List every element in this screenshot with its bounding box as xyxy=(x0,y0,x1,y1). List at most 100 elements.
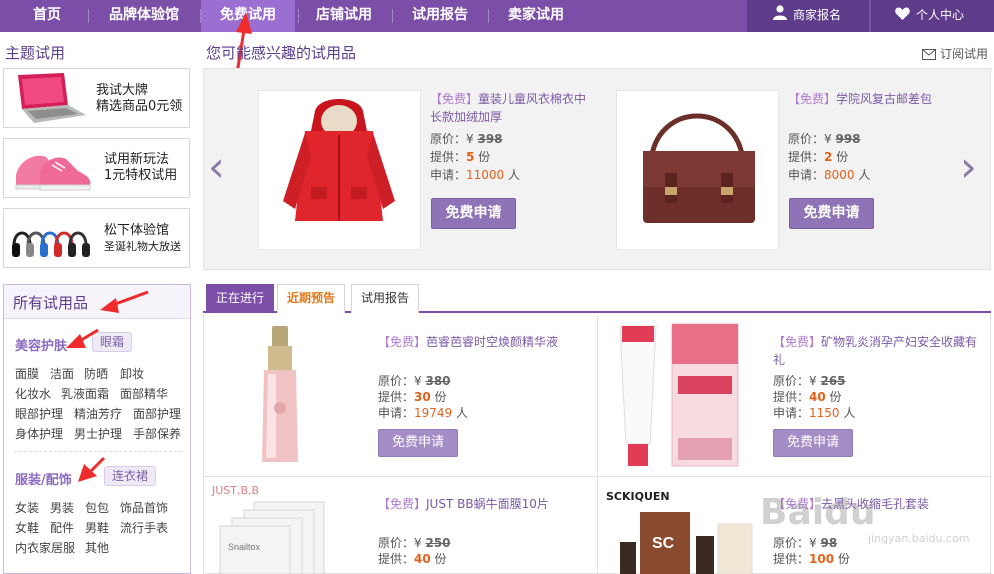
nav-seller-trial[interactable]: 卖家试用 xyxy=(492,0,580,32)
promo-panasonic[interactable]: 松下体验馆 圣诞礼物大放送 xyxy=(3,208,190,268)
cream-tube-image xyxy=(619,323,739,467)
carousel-next-arrow[interactable]: › xyxy=(960,146,977,188)
subcat-link[interactable]: 女装 xyxy=(15,499,39,516)
subcat-link[interactable]: 流行手表 xyxy=(120,519,168,536)
subcat-link[interactable]: 洁面 xyxy=(50,365,74,382)
brand-label: SCKIQUEN xyxy=(606,490,670,503)
subcat-link[interactable]: 男士护理 xyxy=(74,425,122,442)
price-value: 98 xyxy=(820,536,838,550)
yen-sign: ¥ xyxy=(809,536,817,550)
unit: 人 xyxy=(508,168,521,182)
category-apparel[interactable]: 服装/配饰 xyxy=(15,469,72,488)
subcat-link[interactable]: 面部护理 xyxy=(133,405,181,422)
free-apply-button[interactable]: 免费申请 xyxy=(431,198,516,229)
subcat-link[interactable]: 男装 xyxy=(50,499,74,516)
free-label: 【免费】 xyxy=(773,335,822,349)
yen-sign: ¥ xyxy=(414,536,422,550)
promo-new-play[interactable]: 试用新玩法 1元特权试用 xyxy=(3,138,190,198)
label: 申请： xyxy=(378,406,415,420)
promo-line2: 1元特权试用 xyxy=(104,168,178,183)
price-value: 250 xyxy=(425,536,451,550)
supply-value: 5 xyxy=(466,150,475,164)
supply-value: 40 xyxy=(414,552,431,566)
subcat-link[interactable]: 内衣家居服 xyxy=(15,539,75,556)
yen-sign: ¥ xyxy=(466,132,474,146)
product-image[interactable] xyxy=(258,90,421,250)
svg-text:SC: SC xyxy=(652,535,675,552)
subcat-link[interactable]: 女鞋 xyxy=(15,519,39,536)
user-center-label: 个人中心 xyxy=(916,8,965,22)
nav-trial-report[interactable]: 试用报告 xyxy=(396,0,484,32)
nav-free-trial[interactable]: 免费试用 xyxy=(201,0,295,32)
product-name: JUST BB蜗牛面膜10片 xyxy=(426,497,549,511)
original-price: 原价：¥ 380 xyxy=(378,372,451,389)
label: 原价： xyxy=(430,132,467,146)
user-icon xyxy=(773,1,787,31)
subcat-link[interactable]: 面膜 xyxy=(15,365,39,382)
subcat-link[interactable]: 眼部护理 xyxy=(15,405,63,422)
unit: 人 xyxy=(843,406,856,420)
product-image[interactable] xyxy=(616,90,779,250)
free-apply-button[interactable]: 免费申请 xyxy=(789,198,874,229)
carousel-product-title[interactable]: 【免费】童装儿童风衣棉衣中长款加绒加厚 xyxy=(430,90,598,126)
carousel-product-title[interactable]: 【免费】学院风复古邮差包 xyxy=(788,90,956,108)
red-jacket-image xyxy=(283,99,395,221)
subcat-link[interactable]: 防晒 xyxy=(84,365,108,382)
merchant-signup-link[interactable]: 商家报名 xyxy=(747,0,869,32)
subcat-link[interactable]: 手部保养 xyxy=(133,425,181,442)
free-label: 【免费】 xyxy=(378,497,427,511)
supply-count: 提供：30 份 xyxy=(378,388,447,405)
label: 原价： xyxy=(773,536,810,550)
subcat-link[interactable]: 饰品首饰 xyxy=(120,499,168,516)
label: 提供： xyxy=(430,150,467,164)
user-center-link[interactable]: 个人中心 xyxy=(870,0,994,32)
nav-store-trial[interactable]: 店铺试用 xyxy=(302,0,386,32)
promo-big-brand[interactable]: 我试大牌 精选商品0元领 xyxy=(3,68,190,128)
label: 原价： xyxy=(378,374,415,388)
subcat-link[interactable]: 面部精华 xyxy=(120,385,168,402)
promo-text: 我试大牌 精选商品0元领 xyxy=(96,83,182,115)
price-value: 398 xyxy=(477,132,503,146)
original-price: 原价：¥ 265 xyxy=(773,372,846,389)
carousel-prev-arrow[interactable]: ‹ xyxy=(208,146,225,188)
tab-reports[interactable]: 试用报告 xyxy=(351,284,420,313)
nav-home[interactable]: 首页 xyxy=(10,0,84,32)
supply-value: 100 xyxy=(809,552,835,566)
tab-upcoming[interactable]: 近期预告 xyxy=(277,284,346,313)
subcat-link[interactable]: 卸妆 xyxy=(120,365,144,382)
subcat-link[interactable]: 精油芳疗 xyxy=(74,405,122,422)
supply-count: 提供：100 份 xyxy=(773,550,850,567)
tag-eye-cream[interactable]: 眼霜 xyxy=(92,332,133,352)
subscribe-label: 订阅试用 xyxy=(940,47,989,61)
label: 申请： xyxy=(430,168,467,182)
tag-dress[interactable]: 连衣裙 xyxy=(104,466,157,486)
subcat-link[interactable]: 乳液面霜 xyxy=(61,385,109,402)
tab-ongoing[interactable]: 正在进行 xyxy=(206,284,275,313)
free-apply-button[interactable]: 免费申请 xyxy=(773,429,853,457)
label: 申请： xyxy=(788,168,825,182)
category-beauty[interactable]: 美容护肤 xyxy=(15,335,67,354)
label: 提供： xyxy=(378,390,415,404)
subscribe-link[interactable]: 订阅试用 xyxy=(922,45,988,63)
headphones-image xyxy=(12,231,90,257)
product-name: 学院风复古邮差包 xyxy=(836,92,933,106)
subcat-link[interactable]: 配件 xyxy=(50,519,74,536)
subcat-link[interactable]: 身体护理 xyxy=(15,425,63,442)
brand-label: JUST,B,B xyxy=(212,484,260,497)
product-title[interactable]: 【免费】JUST BB蜗牛面膜10片 xyxy=(378,495,588,513)
apply-count: 申请：1150 人 xyxy=(773,404,855,421)
supply-count: 提供：5 份 xyxy=(430,148,490,165)
product-title[interactable]: 【免费】芭睿芭睿时空焕颜精华液 xyxy=(378,333,588,351)
promo-text: 松下体验馆 圣诞礼物大放送 xyxy=(104,223,181,255)
subcat-link[interactable]: 包包 xyxy=(85,499,109,516)
yen-sign: ¥ xyxy=(824,132,832,146)
product-title[interactable]: 【免费】矿物乳炎消孕产妇安全收藏有礼 xyxy=(773,333,985,369)
subcat-link[interactable]: 其他 xyxy=(85,539,109,556)
nav-brand-experience[interactable]: 品牌体验馆 xyxy=(92,0,196,32)
free-apply-button[interactable]: 免费申请 xyxy=(378,429,458,457)
apply-count: 申请：19749 人 xyxy=(378,404,468,421)
subcat-link[interactable]: 化妆水 xyxy=(15,385,51,402)
merchant-signup-label: 商家报名 xyxy=(793,8,842,22)
subcat-link[interactable]: 男鞋 xyxy=(85,519,109,536)
supply-value: 40 xyxy=(809,390,826,404)
